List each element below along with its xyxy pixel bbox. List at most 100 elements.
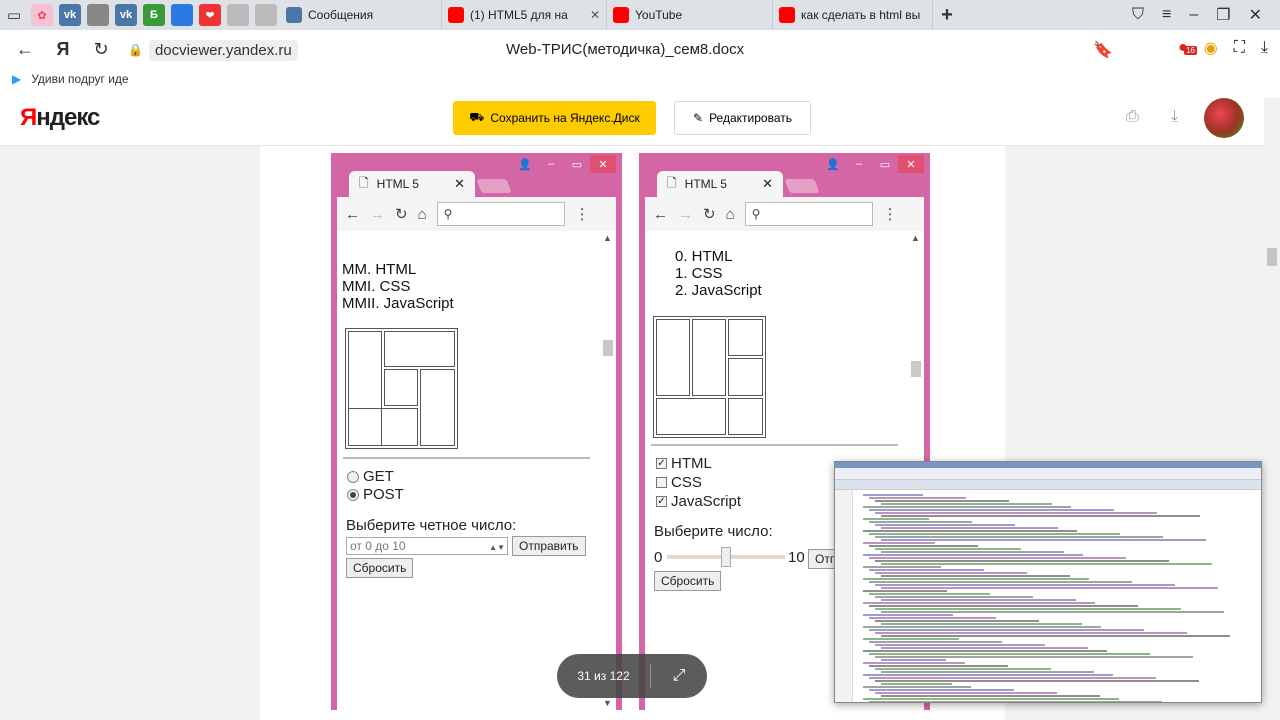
checkbox-option[interactable]: ✓ JavaScript — [656, 493, 741, 510]
code-line — [863, 614, 953, 616]
mock-window-buttons: 👤 – ▭ ✕ — [820, 155, 924, 173]
list-item: 0. HTML — [675, 248, 733, 265]
document-icon[interactable] — [227, 4, 249, 26]
scroll-down-icon: ▼ — [603, 698, 612, 708]
docviewer-header: Яндекс ⛟ Сохранить на Яндекс.Диск ✎ Реда… — [0, 90, 1280, 146]
tab[interactable]: YouTube — [607, 0, 773, 30]
yandex-logo[interactable]: Яндекс — [20, 104, 100, 132]
adblock-icon[interactable]: ● 16 — [1178, 39, 1197, 57]
editor-gutter — [835, 490, 853, 702]
radio-option[interactable]: POST — [347, 486, 404, 503]
tab-close-icon[interactable]: ✕ — [590, 8, 600, 22]
grid-cell — [348, 408, 418, 446]
range-slider-knob[interactable] — [721, 547, 731, 567]
document-icon[interactable] — [87, 4, 109, 26]
download-icon[interactable]: ⤓ — [1171, 108, 1178, 126]
mock-search-icon: ⚲ — [436, 202, 565, 226]
document-icon[interactable] — [255, 4, 277, 26]
radio-button[interactable] — [347, 470, 359, 483]
checkbox-option[interactable]: CSS — [656, 474, 702, 491]
page-scrollbar[interactable] — [1264, 98, 1280, 720]
radio-option[interactable]: GET — [347, 468, 394, 485]
restore-icon[interactable]: ❐ — [1216, 5, 1230, 25]
code-line — [881, 599, 1076, 601]
page-scrollbar-thumb[interactable] — [1267, 248, 1277, 266]
code-line — [881, 563, 1212, 565]
checkbox[interactable] — [656, 477, 667, 488]
submit-button[interactable]: Отправить — [512, 536, 586, 556]
code-editor-screenshot — [834, 461, 1262, 703]
heart-icon[interactable]: ❤ — [199, 4, 221, 26]
eye-extension-icon[interactable]: ◉ — [1204, 38, 1218, 58]
code-line — [863, 650, 1107, 652]
mock-scrollbar-thumb — [911, 361, 921, 377]
b-icon[interactable]: Б — [143, 4, 165, 26]
radio-button[interactable] — [347, 488, 359, 501]
divider — [651, 444, 898, 446]
yandex-home-icon[interactable]: Я — [44, 39, 82, 60]
code-line — [881, 671, 1094, 673]
vk-icon[interactable]: vk — [59, 4, 81, 26]
editor-tabbar — [835, 480, 1261, 490]
code-line — [875, 632, 1187, 634]
save-to-disk-label: Сохранить на Яндекс.Диск — [490, 111, 640, 125]
grid-cell — [384, 369, 418, 406]
reset-button[interactable]: Сбросить — [346, 558, 414, 578]
reset-button[interactable]: Сбросить — [654, 571, 722, 591]
yandex-collections-icon[interactable]: ✿ — [31, 4, 53, 26]
checkbox[interactable]: ✓ — [656, 496, 667, 507]
fullscreen-icon[interactable]: ⤢ — [651, 667, 707, 685]
save-to-disk-button[interactable]: ⛟ Сохранить на Яндекс.Диск — [453, 101, 656, 135]
code-line — [869, 545, 978, 547]
code-line — [875, 524, 1015, 526]
code-line — [863, 518, 929, 520]
checkbox[interactable]: ✓ — [656, 458, 667, 469]
mock-toolbar: ← → ↻ ⌂ ⚲ ⋮ — [645, 197, 924, 231]
bookmark-icon[interactable]: 🔖 — [1093, 40, 1113, 60]
mock-maximize-icon: ▭ — [879, 158, 891, 171]
mock-tab-title: HTML 5 — [684, 177, 727, 191]
sidebar-toggle-icon[interactable]: ▭ — [3, 4, 25, 26]
close-window-icon[interactable]: ✕ — [1249, 5, 1262, 25]
mock-tab-close-icon: ✕ — [454, 176, 465, 191]
tab-label: YouTube — [635, 8, 683, 22]
page-icon: 🗋 — [359, 175, 369, 190]
document-icon[interactable] — [171, 4, 193, 26]
back-icon[interactable]: ← — [6, 39, 44, 60]
logo-rest: ндекс — [36, 104, 100, 131]
menu-icon[interactable]: ≡ — [1162, 6, 1171, 24]
code-line — [869, 509, 1114, 511]
avatar[interactable] — [1204, 98, 1244, 138]
checkbox-option[interactable]: ✓ HTML — [656, 455, 712, 472]
layout-grid — [345, 328, 458, 449]
spinner-icon[interactable]: ▲▼ — [489, 540, 505, 556]
play-icon: ▶ — [12, 72, 22, 86]
code-line — [875, 572, 1027, 574]
tab[interactable]: (1) HTML5 для на ✕ — [442, 0, 607, 30]
bookmark-item[interactable]: Удиви подруг иде — [31, 72, 128, 86]
code-line — [869, 665, 1008, 667]
minimize-icon[interactable]: – — [1189, 6, 1198, 24]
range-slider[interactable] — [667, 547, 785, 567]
tab[interactable]: Сообщения — [280, 0, 442, 30]
tab-label: как сделать в html вы — [801, 8, 921, 22]
code-line — [863, 566, 941, 568]
downloads-icon[interactable]: ⤓ — [1261, 39, 1268, 57]
vk-icon[interactable]: vk — [115, 4, 137, 26]
new-tab-icon[interactable]: + — [936, 4, 958, 26]
edit-button[interactable]: ✎ Редактировать — [674, 101, 811, 135]
number-input[interactable]: от 0 до 10 ▲▼ — [346, 537, 508, 555]
radio-label: POST — [363, 486, 404, 503]
code-line — [875, 680, 1199, 682]
tab[interactable]: как сделать в html вы — [773, 0, 933, 30]
grid-cell — [656, 319, 690, 396]
radio-label: GET — [363, 468, 394, 485]
url-field[interactable]: 🔒 docviewer.yandex.ru — [128, 38, 298, 62]
print-icon[interactable]: ⎙ — [1126, 108, 1139, 126]
reload-icon[interactable]: ↻ — [82, 39, 120, 60]
code-line — [875, 584, 1175, 586]
grid-cell — [692, 319, 726, 396]
translate-icon[interactable]: ⛶ — [1234, 39, 1245, 57]
youtube-icon — [448, 7, 464, 23]
bookmark-manager-icon[interactable]: ⛉ — [1132, 6, 1144, 24]
